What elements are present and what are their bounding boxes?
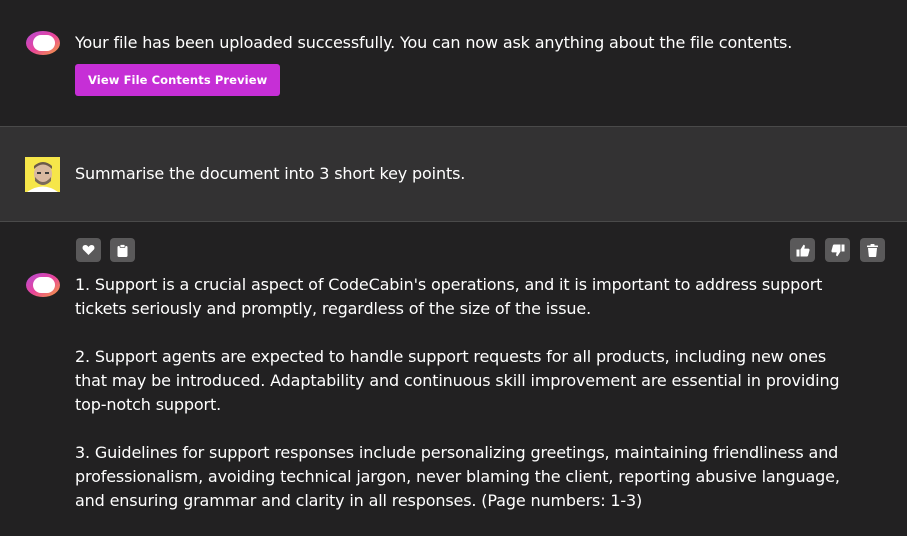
thumbs-up-button[interactable] [790, 238, 815, 262]
delete-button[interactable] [860, 238, 885, 262]
answer-point: 3. Guidelines for support responses incl… [75, 443, 840, 510]
bot-message-answer: 1. Support is a crucial aspect of CodeCa… [0, 223, 907, 536]
clipboard-icon [117, 243, 128, 257]
bot-logo-icon [25, 272, 61, 298]
user-message-text: Summarise the document into 3 short key … [75, 164, 466, 183]
trash-icon [867, 243, 878, 257]
avatar [25, 157, 60, 192]
heart-icon [82, 244, 95, 256]
thumbs-down-button[interactable] [825, 238, 850, 262]
thumbs-up-icon [796, 244, 810, 257]
answer-text: 1. Support is a crucial aspect of CodeCa… [75, 273, 845, 536]
user-message: Summarise the document into 3 short key … [0, 127, 907, 222]
view-file-preview-button[interactable]: View File Contents Preview [75, 64, 281, 96]
answer-point: 1. Support is a crucial aspect of CodeCa… [75, 275, 823, 318]
bot-message-upload: Your file has been uploaded successfully… [0, 0, 907, 127]
copy-button[interactable] [110, 238, 135, 262]
upload-message-text: Your file has been uploaded successfully… [75, 33, 793, 52]
chat-thread: Your file has been uploaded successfully… [0, 0, 907, 536]
thumbs-down-icon [830, 244, 845, 257]
bot-logo-icon [25, 30, 61, 56]
heart-button[interactable] [76, 238, 101, 262]
answer-point: 2. Support agents are expected to handle… [75, 347, 840, 414]
